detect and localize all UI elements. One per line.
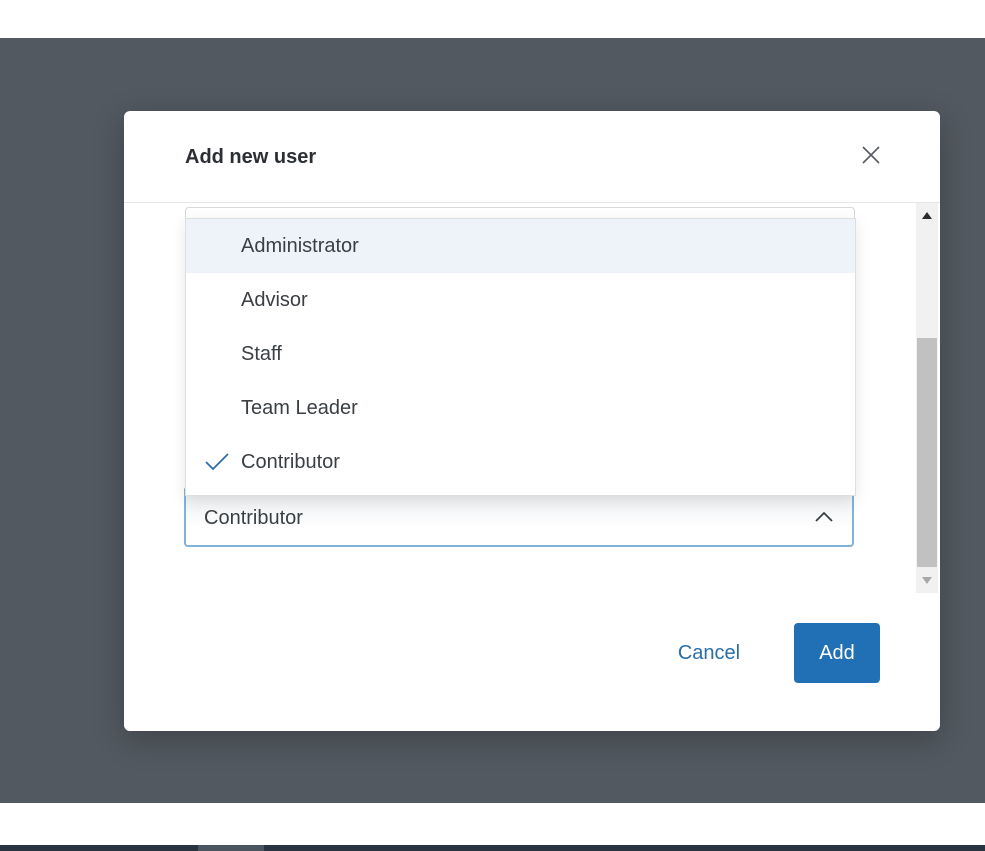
option-label: Advisor	[241, 289, 308, 311]
role-option-staff[interactable]: Staff	[186, 327, 855, 381]
close-icon	[862, 146, 880, 164]
close-button[interactable]	[854, 141, 888, 171]
option-label: Team Leader	[241, 397, 358, 419]
scroll-up-arrow-icon[interactable]	[922, 212, 932, 219]
dialog-title: Add new user	[185, 146, 317, 168]
check-icon	[205, 453, 229, 471]
previous-field-edge	[185, 207, 855, 218]
viewport: Add new user Administrator Advisor Staff	[0, 0, 985, 851]
scroll-thumb[interactable]	[917, 338, 937, 567]
role-select-value: Contributor	[204, 507, 303, 529]
chevron-up-icon	[815, 511, 833, 522]
option-label: Administrator	[241, 235, 359, 257]
option-label: Contributor	[241, 451, 340, 473]
taskbar	[0, 845, 985, 851]
option-label: Staff	[241, 343, 282, 365]
dialog-body: Administrator Advisor Staff Team Leader …	[124, 203, 940, 593]
add-button[interactable]: Add	[794, 623, 880, 683]
role-option-advisor[interactable]: Advisor	[186, 273, 855, 327]
cancel-button[interactable]: Cancel	[664, 623, 754, 683]
role-option-contributor[interactable]: Contributor	[186, 435, 855, 489]
taskbar-segment	[198, 845, 264, 851]
dialog-header: Add new user	[124, 111, 940, 203]
dialog-scrollbar[interactable]	[916, 203, 938, 593]
top-strip	[0, 0, 985, 38]
role-dropdown-menu: Administrator Advisor Staff Team Leader …	[185, 218, 856, 496]
bottom-strip	[0, 803, 985, 845]
add-user-dialog: Add new user Administrator Advisor Staff	[124, 111, 940, 731]
scroll-down-arrow-icon[interactable]	[922, 577, 932, 584]
dialog-footer: Cancel Add	[124, 593, 940, 731]
role-option-team-leader[interactable]: Team Leader	[186, 381, 855, 435]
role-option-administrator[interactable]: Administrator	[186, 219, 855, 273]
